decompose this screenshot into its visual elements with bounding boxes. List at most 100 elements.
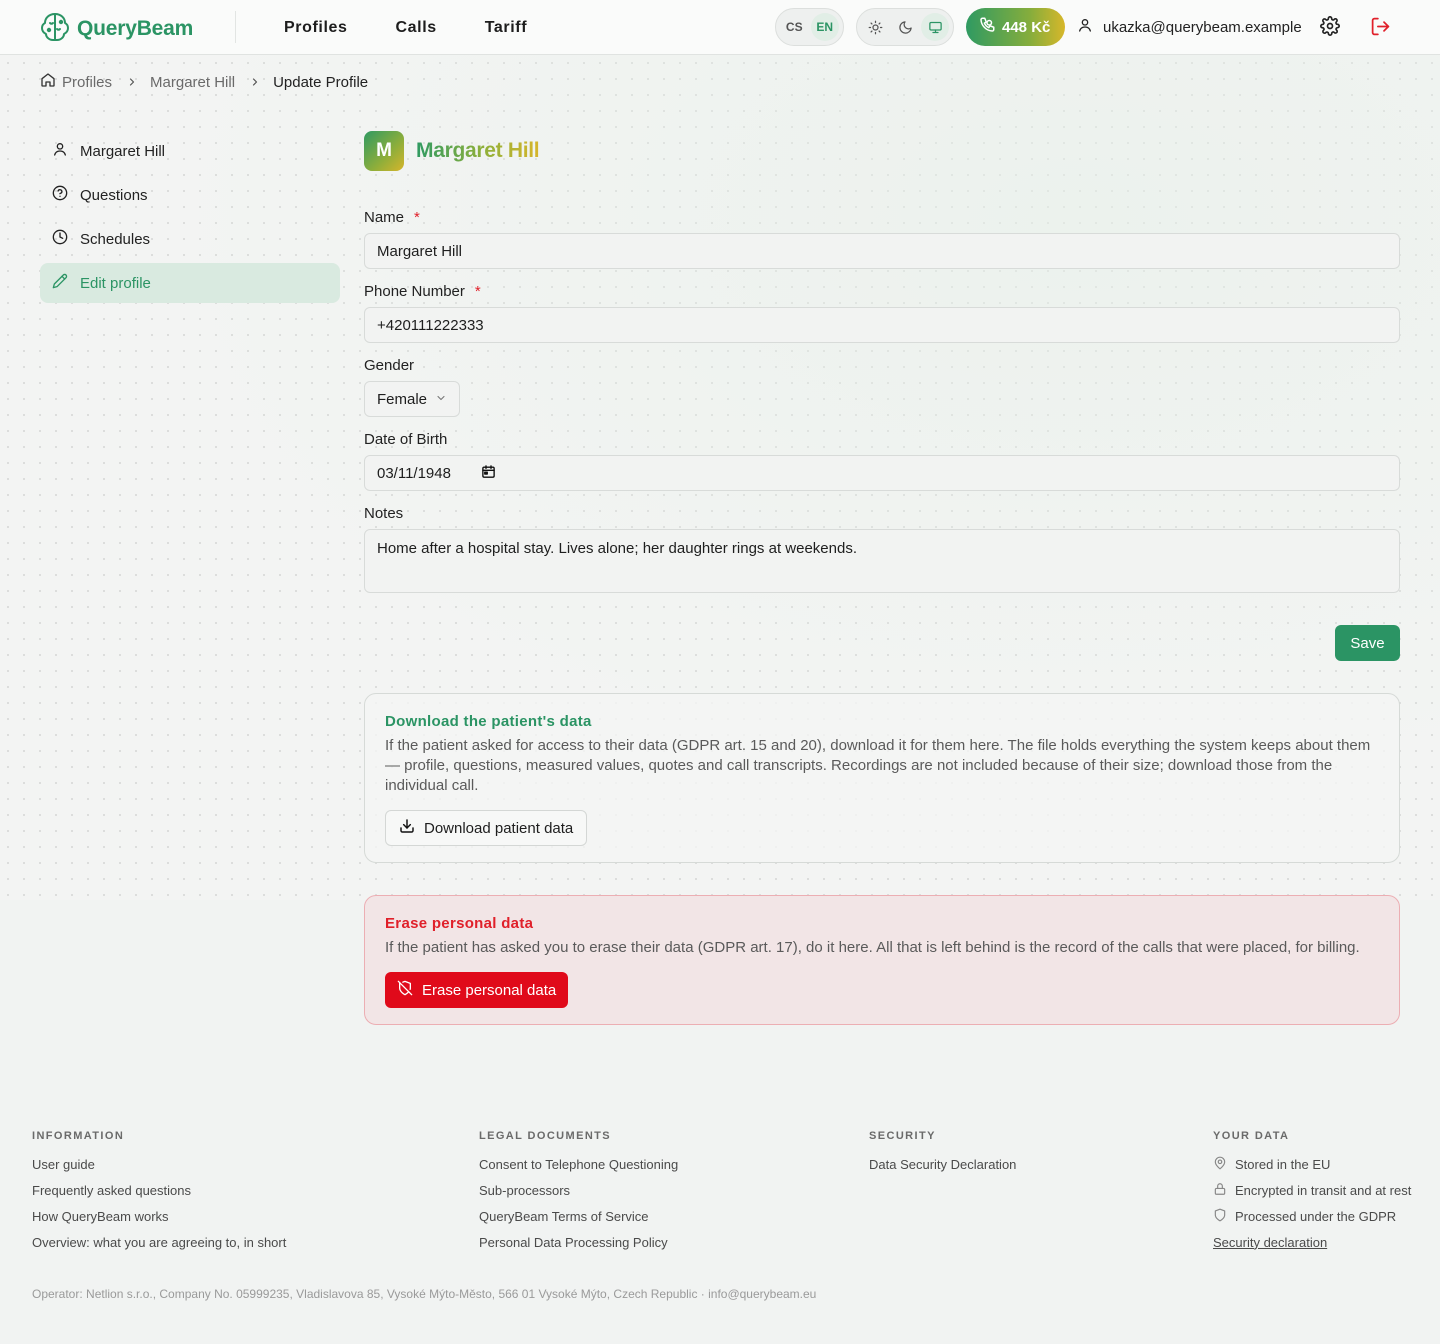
footer-item-encrypted: Encrypted in transit and at rest [1213,1177,1411,1203]
footer-security: SECURITY Data Security Declaration [869,1130,1016,1177]
sidebar-item-schedules[interactable]: Schedules [40,219,340,259]
dob-field[interactable]: 03/11/1948 [364,455,1400,491]
brain-logo-icon [40,11,70,46]
language-en[interactable]: EN [810,13,839,41]
language-switcher: CS EN [775,8,844,46]
chevron-right-icon [126,76,138,88]
dob-value: 03/11/1948 [377,464,451,482]
download-patient-data-button[interactable]: Download patient data [385,810,588,846]
avatar: M [364,131,404,171]
footer-link-security-declaration-2[interactable]: Security declaration [1213,1229,1411,1255]
page-title: Margaret Hill [416,139,540,162]
footer-legal: LEGAL DOCUMENTS Consent to Telephone Que… [479,1130,678,1255]
footer-link-privacy-policy[interactable]: Personal Data Processing Policy [479,1229,678,1255]
user-icon [52,141,68,161]
erase-card-text: If the patient has asked you to erase th… [385,939,1360,956]
dark-theme-icon[interactable] [891,13,919,41]
dob-label: Date of Birth [364,431,448,448]
download-icon [399,818,415,838]
erase-button-label: Erase personal data [422,981,557,999]
profile-header: M Margaret Hill [364,131,1400,171]
footer-your-data: YOUR DATA Stored in the EU Encrypted in … [1213,1130,1411,1255]
settings-gear-icon[interactable] [1320,16,1340,39]
gender-label: Gender [364,357,415,374]
main-nav: Profiles Calls Tariff [284,19,527,37]
download-card-title: Download the patient's data [385,713,592,730]
chevron-down-icon [435,391,447,408]
footer-link-subprocessors[interactable]: Sub-processors [479,1177,678,1203]
footer-link-terms[interactable]: QueryBeam Terms of Service [479,1203,678,1229]
sidebar-item-edit-profile[interactable]: Edit profile [40,263,340,303]
pencil-icon [52,273,68,293]
footer-link-security-declaration[interactable]: Data Security Declaration [869,1151,1016,1177]
footer-link-how-it-works[interactable]: How QueryBeam works [32,1203,286,1229]
notes-label: Notes [364,505,404,522]
download-data-card: Download the patient's data If the patie… [364,693,1400,863]
breadcrumb-profiles[interactable]: Profiles [40,72,112,92]
logout-icon[interactable] [1370,16,1391,40]
name-field[interactable] [364,233,1400,269]
download-card-text: If the patient asked for access to their… [385,737,1371,794]
app-name: QueryBeam [77,16,194,40]
breadcrumb-current: Update Profile [273,73,369,91]
edit-profile-main: M Margaret Hill Name * Phone Number * Gend… [364,131,1400,1025]
footer-link-overview[interactable]: Overview: what you are agreeing to, in s… [32,1229,286,1255]
top-header: QueryBeam Profiles Calls Tariff CS EN 44… [0,0,1440,55]
app-logo[interactable]: QueryBeam [40,11,193,46]
user-menu[interactable]: ukazka@querybeam.example [1077,17,1302,37]
theme-switcher [856,8,954,46]
gender-select[interactable]: Female [364,381,460,417]
breadcrumb: Profiles Margaret Hill Update Profile [40,72,368,92]
footer-link-consent[interactable]: Consent to Telephone Questioning [479,1151,678,1177]
clock-icon [52,229,68,249]
sidebar-item-questions[interactable]: Questions [40,175,340,215]
lock-icon [1213,1182,1227,1199]
phone-label-text: Phone Number [364,283,465,300]
credit-amount: 448 Kč [1002,18,1051,36]
phone-label: Phone Number * [364,283,481,300]
user-email: ukazka@querybeam.example [1103,18,1302,36]
footer-heading: LEGAL DOCUMENTS [479,1130,612,1142]
footer-item-gdpr: Processed under the GDPR [1213,1203,1411,1229]
nav-tariff[interactable]: Tariff [485,19,527,37]
notes-textarea[interactable]: Home after a hospital stay. Lives alone;… [364,529,1400,593]
erase-data-card: Erase personal data If the patient has a… [364,895,1400,1025]
light-theme-icon[interactable] [861,13,889,41]
shield-off-icon [397,980,413,1000]
home-icon [40,72,56,92]
shield-icon [1213,1208,1227,1225]
erase-personal-data-button[interactable]: Erase personal data [385,972,569,1008]
sidebar-item-label: Margaret Hill [80,142,166,160]
sidebar-item-label: Edit profile [80,274,151,292]
phone-field[interactable] [364,307,1400,343]
operator-info: Operator: Netlion s.r.o., Company No. 05… [32,1287,817,1301]
required-mark: * [474,283,481,300]
footer-heading: YOUR DATA [1213,1130,1290,1142]
language-cs[interactable]: CS [780,13,809,41]
breadcrumb-profile[interactable]: Margaret Hill [150,74,235,91]
chevron-right-icon [249,76,261,88]
header-divider [235,11,236,43]
nav-profiles[interactable]: Profiles [284,19,348,37]
footer-link-user-guide[interactable]: User guide [32,1151,286,1177]
footer-link-faq[interactable]: Frequently asked questions [32,1177,286,1203]
sidebar-item-label: Questions [80,186,148,204]
footer-heading: INFORMATION [32,1130,125,1142]
footer-item-stored-eu: Stored in the EU [1213,1151,1411,1177]
sidebar-item-profile[interactable]: Margaret Hill [40,131,340,171]
system-theme-icon[interactable] [921,13,949,41]
save-button[interactable]: Save [1335,625,1400,661]
user-icon [1077,17,1093,37]
map-pin-icon [1213,1156,1227,1173]
sidebar-item-label: Schedules [80,230,151,248]
erase-card-title: Erase personal data [385,915,534,932]
footer-information: INFORMATION User guide Frequently asked … [32,1130,286,1255]
footer-item-label: Encrypted in transit and at rest [1235,1182,1412,1198]
breadcrumb-label: Profiles [62,73,113,91]
help-circle-icon [52,185,68,205]
calendar-icon[interactable] [481,464,496,483]
name-label: Name * [364,209,420,226]
credit-balance[interactable]: 448 Kč [966,8,1065,46]
nav-calls[interactable]: Calls [396,19,437,37]
gender-value: Female [377,390,428,408]
